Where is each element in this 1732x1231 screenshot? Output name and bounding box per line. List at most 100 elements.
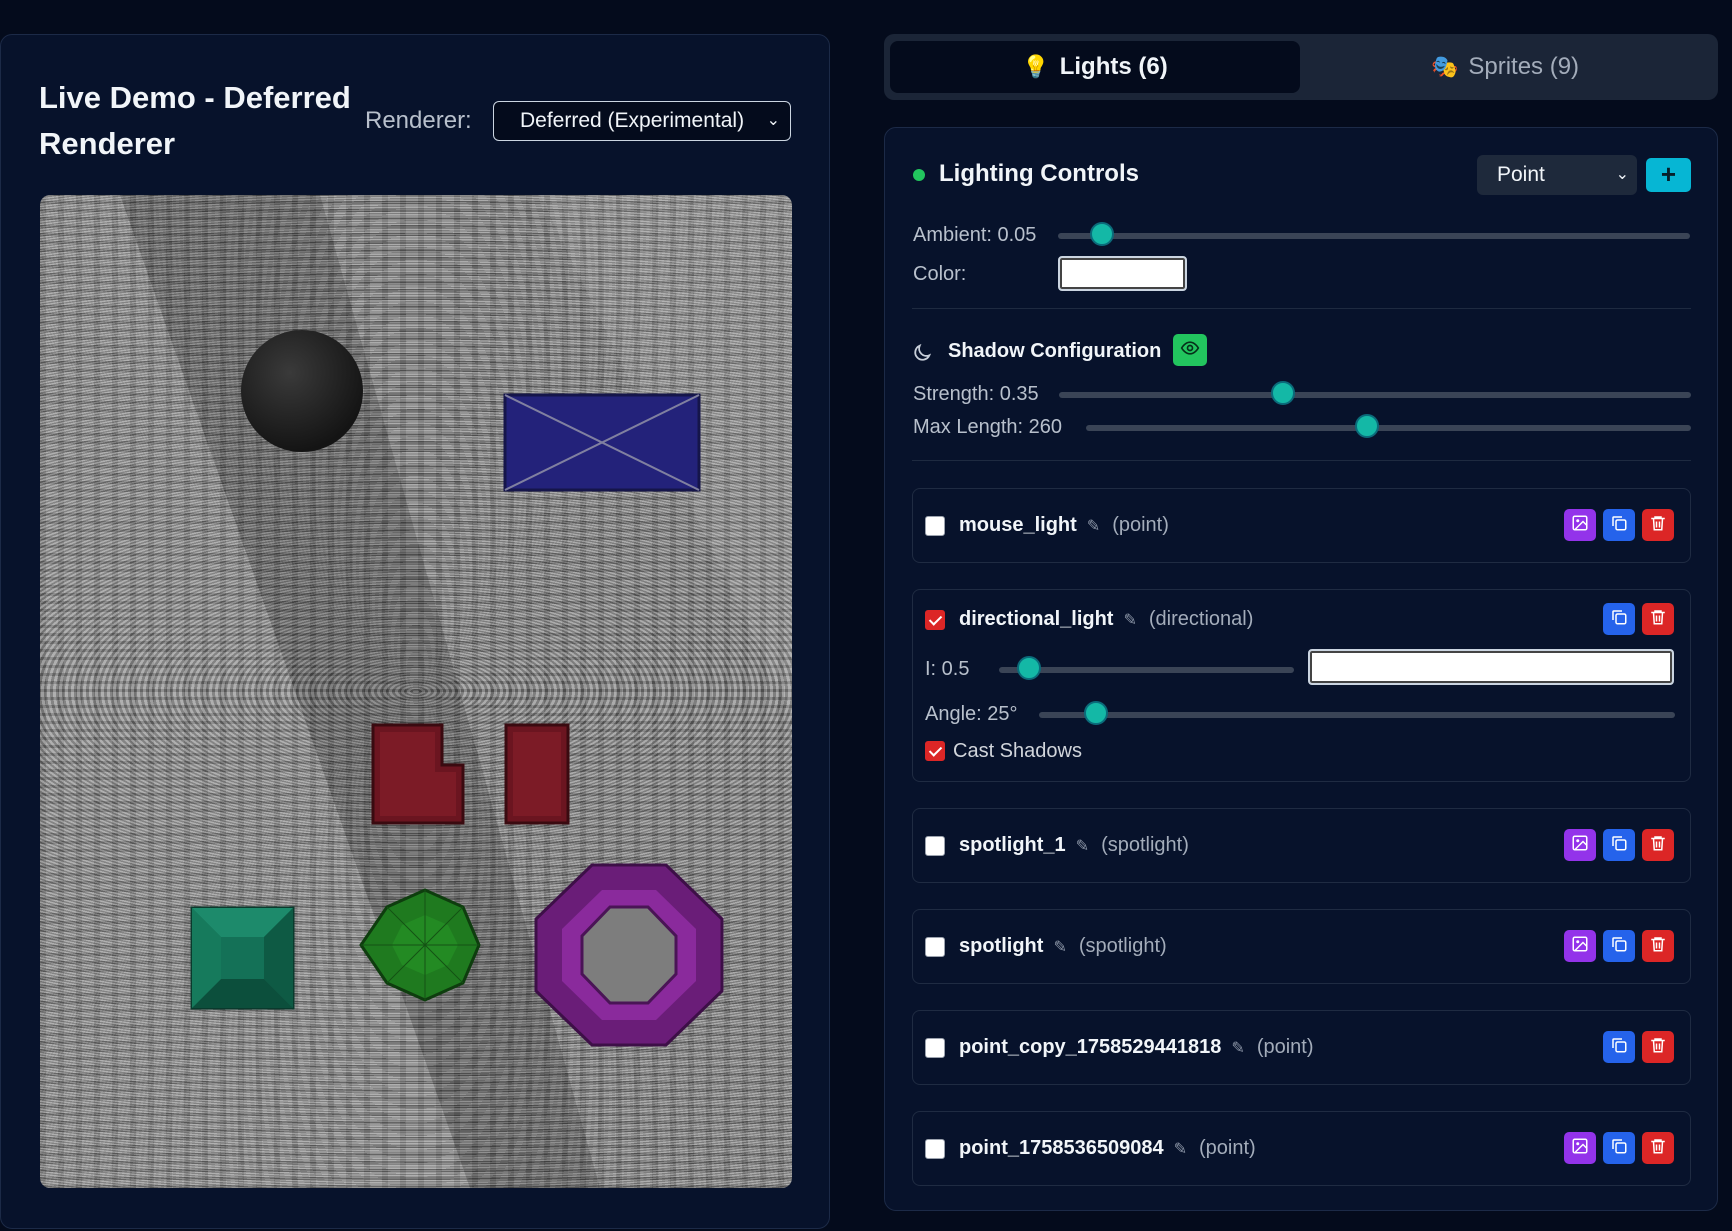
image-icon — [1571, 1137, 1589, 1160]
light-delete-button[interactable] — [1642, 509, 1674, 541]
light-type: (spotlight) — [1078, 935, 1167, 957]
light-name-row: point_1758536509084 ✎ (point) — [959, 1137, 1256, 1160]
light-image-button[interactable] — [1564, 1132, 1596, 1164]
light-type: (point) — [1199, 1137, 1256, 1159]
shadow-config-title: Shadow Configuration — [948, 340, 1162, 362]
light-delete-button[interactable] — [1642, 930, 1674, 962]
light-name[interactable]: directional_light — [959, 608, 1113, 630]
shadow-strength-slider[interactable] — [1059, 381, 1691, 405]
ambient-slider-thumb[interactable] — [1090, 222, 1115, 246]
light-image-button[interactable] — [1564, 930, 1596, 962]
tab-sprites[interactable]: 🎭 Sprites (9) — [1300, 41, 1710, 93]
pencil-icon[interactable]: ✎ — [1123, 610, 1136, 630]
light-delete-button[interactable] — [1642, 1132, 1674, 1164]
pencil-icon[interactable]: ✎ — [1231, 1038, 1244, 1058]
light-name[interactable]: point_copy_1758529441818 — [959, 1036, 1221, 1058]
renderer-select-value: Deferred (Experimental) — [520, 109, 745, 132]
cast-shadows-checkbox[interactable] — [925, 741, 945, 761]
ambient-color-picker[interactable] — [1058, 256, 1187, 291]
light-type: (point) — [1112, 514, 1169, 536]
light-enable-checkbox[interactable] — [925, 516, 945, 536]
panel-tabs: 💡 Lights (6) 🎭 Sprites (9) — [884, 34, 1718, 100]
angle-slider[interactable] — [1039, 701, 1675, 725]
eye-icon — [1180, 338, 1200, 363]
light-enable-checkbox[interactable] — [925, 937, 945, 957]
shadow-visibility-button[interactable] — [1173, 334, 1207, 366]
image-icon — [1571, 514, 1589, 537]
ambient-slider[interactable] — [1058, 222, 1690, 246]
cast-shadows-label: Cast Shadows — [953, 740, 1082, 762]
shadow-max-length-label: Max Length: 260 — [913, 416, 1062, 438]
image-icon — [1571, 834, 1589, 857]
tab-sprites-label: Sprites (9) — [1468, 53, 1580, 80]
trash-icon — [1649, 608, 1667, 631]
light-enable-checkbox[interactable] — [925, 836, 945, 856]
light-name[interactable]: spotlight — [959, 935, 1043, 957]
light-copy-button[interactable] — [1603, 1132, 1635, 1164]
color-label: Color: — [913, 263, 967, 285]
status-dot — [913, 169, 925, 181]
divider — [912, 308, 1691, 309]
light-copy-button[interactable] — [1603, 930, 1635, 962]
light-name-row: directional_light ✎ (directional) — [959, 608, 1253, 631]
light-copy-button[interactable] — [1603, 509, 1635, 541]
chevron-down-icon: ⌄ — [1615, 166, 1629, 183]
copy-icon — [1610, 834, 1628, 857]
shadow-strength-thumb[interactable] — [1271, 381, 1296, 405]
scene-sprites — [40, 195, 792, 1188]
intensity-slider-thumb[interactable] — [1016, 656, 1041, 680]
light-delete-button[interactable] — [1642, 829, 1674, 861]
pencil-icon[interactable]: ✎ — [1053, 937, 1066, 957]
renderer-label: Renderer: — [365, 107, 472, 134]
light-card: spotlight ✎ (spotlight) — [912, 909, 1691, 984]
light-type-value: Point — [1497, 163, 1545, 186]
trash-icon — [1649, 935, 1667, 958]
light-card: point_copy_1758529441818 ✎ (point) — [912, 1010, 1691, 1085]
light-image-button[interactable] — [1564, 829, 1596, 861]
theater-masks-icon: 🎭 — [1430, 54, 1459, 79]
light-name[interactable]: spotlight_1 — [959, 834, 1066, 856]
ring-sprite — [534, 863, 724, 1047]
light-delete-button[interactable] — [1642, 1031, 1674, 1063]
copy-icon — [1610, 935, 1628, 958]
light-name-row: point_copy_1758529441818 ✎ (point) — [959, 1036, 1314, 1059]
light-enable-checkbox[interactable] — [925, 610, 945, 630]
intensity-slider[interactable] — [999, 656, 1294, 680]
light-type: (directional) — [1148, 608, 1254, 630]
intensity-label: I: 0.5 — [925, 658, 970, 680]
light-name-row: mouse_light ✎ (point) — [959, 514, 1169, 537]
renderer-select[interactable]: Deferred (Experimental) ⌄ — [493, 101, 791, 141]
tab-lights[interactable]: 💡 Lights (6) — [890, 41, 1300, 93]
light-name-row: spotlight_1 ✎ (spotlight) — [959, 834, 1189, 857]
light-card: spotlight_1 ✎ (spotlight) — [912, 808, 1691, 883]
trash-icon — [1649, 1137, 1667, 1160]
box-sprite — [503, 393, 701, 492]
light-name[interactable]: mouse_light — [959, 514, 1077, 536]
light-image-button[interactable] — [1564, 509, 1596, 541]
pencil-icon[interactable]: ✎ — [1076, 836, 1089, 856]
copy-icon — [1610, 608, 1628, 631]
lightbulb-icon: 💡 — [1022, 54, 1050, 79]
pencil-icon[interactable]: ✎ — [1174, 1139, 1187, 1159]
light-copy-button[interactable] — [1603, 1031, 1635, 1063]
trash-icon — [1649, 1036, 1667, 1059]
pencil-icon[interactable]: ✎ — [1087, 516, 1100, 536]
angle-slider-thumb[interactable] — [1084, 701, 1109, 725]
light-type: (spotlight) — [1101, 834, 1189, 856]
light-type-select[interactable]: Point ⌄ — [1477, 155, 1637, 195]
render-canvas[interactable] — [40, 195, 792, 1188]
light-delete-button[interactable] — [1642, 603, 1674, 635]
light-copy-button[interactable] — [1603, 603, 1635, 635]
image-icon — [1571, 935, 1589, 958]
light-copy-button[interactable] — [1603, 829, 1635, 861]
light-name-row: spotlight ✎ (spotlight) — [959, 935, 1167, 958]
light-enable-checkbox[interactable] — [925, 1038, 945, 1058]
trash-icon — [1649, 514, 1667, 537]
shadow-max-length-thumb[interactable] — [1355, 414, 1380, 438]
shadow-max-length-slider[interactable] — [1086, 414, 1691, 438]
add-light-button[interactable]: + — [1646, 158, 1691, 192]
light-color-picker[interactable] — [1308, 649, 1674, 685]
light-name[interactable]: point_1758536509084 — [959, 1137, 1164, 1159]
copy-icon — [1610, 1137, 1628, 1160]
light-enable-checkbox[interactable] — [925, 1139, 945, 1159]
